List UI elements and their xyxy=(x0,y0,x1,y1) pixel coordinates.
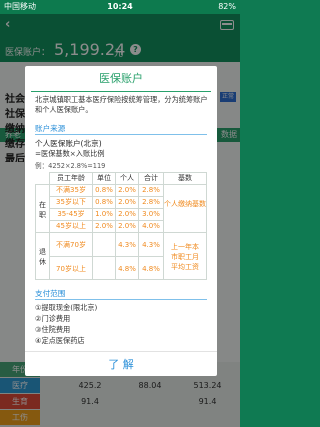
source-example: 例：4252×2.8%=119 xyxy=(35,162,106,170)
dialog-title: 医保账户 xyxy=(99,72,143,85)
medical-account-dialog: 医保账户 北京城镇职工基本医疗保险按统筹管理，分为统筹账户和个人医保账户。 账户… xyxy=(25,66,217,376)
group-label-retired: 退休 xyxy=(35,232,50,280)
rate-cell: 4.8% xyxy=(138,256,164,280)
age-cell: 不满70岁 xyxy=(49,232,93,257)
scope-item: ③住院费用 xyxy=(35,325,71,334)
rate-cell: 4.3% xyxy=(115,232,139,257)
section-title-scope: 支付范围 xyxy=(35,289,66,298)
status-bar: 中国移动 10:24 82% xyxy=(0,0,240,14)
age-cell: 70岁以上 xyxy=(49,256,93,280)
section-title-source: 账户来源 xyxy=(35,124,66,133)
section-divider xyxy=(35,134,207,135)
scope-item: ④定点医保药店 xyxy=(35,336,85,345)
contribution-rate-table: 员工年龄 单位 个人 合计 基数 在职 退休 不满35岁 0.8% 2.0% 2… xyxy=(35,172,207,282)
rate-cell: 4.3% xyxy=(138,232,164,257)
scope-item: ①提取现金(限北京) xyxy=(35,303,98,312)
app-screen: 中国移动 10:24 82% ‹ 医保账户： 5,199.24 元 ? 养老 数… xyxy=(0,0,240,427)
ok-button[interactable]: 了 解 xyxy=(25,351,217,376)
base-cell-retired: 上一年本市职工月平均工资 xyxy=(163,232,207,280)
title-divider xyxy=(31,91,211,92)
section-divider xyxy=(35,299,207,300)
clock: 10:24 xyxy=(107,2,133,11)
battery-level: 82% xyxy=(218,2,236,11)
rate-cell: 4.8% xyxy=(115,256,139,280)
source-line: =医保基数×入账比例 xyxy=(35,149,105,158)
rate-cell xyxy=(92,256,116,280)
group-label-active: 在职 xyxy=(35,184,50,233)
dialog-intro: 北京城镇职工基本医疗保险按统筹管理，分为统筹账户和个人医保账户。 xyxy=(35,95,208,114)
rate-cell xyxy=(92,232,116,257)
scope-item: ②门诊费用 xyxy=(35,314,71,323)
base-cell-active: 个人缴纳基数 xyxy=(163,184,207,233)
source-line: 个人医保账户(北京) xyxy=(35,139,102,148)
